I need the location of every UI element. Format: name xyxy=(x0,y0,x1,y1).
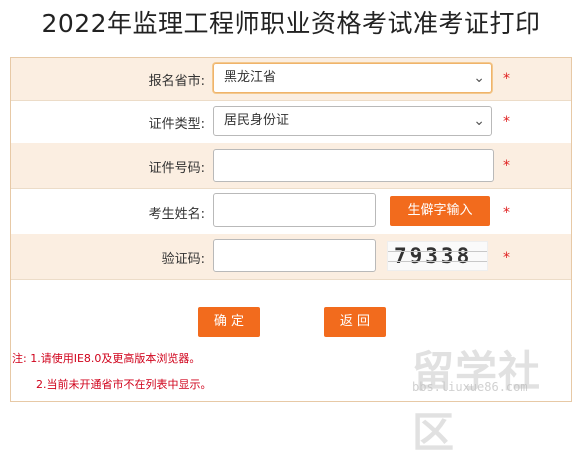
id-type-select[interactable]: 居民身份证 ⌄ xyxy=(213,106,492,136)
confirm-button[interactable]: 确 定 xyxy=(198,307,260,337)
note-line-2: 2.当前未开通省市不在列表中显示。 xyxy=(36,378,212,391)
province-select-value: 黑龙江省 xyxy=(224,70,277,85)
province-select[interactable]: 黑龙江省 ⌄ xyxy=(213,63,492,93)
chevron-down-icon: ⌄ xyxy=(473,70,485,86)
captcha-image[interactable]: 79338 xyxy=(387,241,488,271)
watermark-logo: 留学社区 xyxy=(412,347,542,457)
id-type-label: 证件类型: xyxy=(148,117,205,132)
required-mark: * xyxy=(503,250,510,266)
rare-char-input-button[interactable]: 生僻字输入 xyxy=(390,196,490,226)
note-line-1: 注: 1.请使用IE8.0及更高版本浏览器。 xyxy=(12,352,201,365)
required-mark: * xyxy=(503,114,510,130)
captcha-label: 验证码: xyxy=(161,252,205,267)
name-label: 考生姓名: xyxy=(148,207,205,222)
id-number-input[interactable] xyxy=(213,149,494,182)
required-mark: * xyxy=(503,71,510,87)
name-input[interactable] xyxy=(213,193,376,227)
province-label: 报名省市: xyxy=(148,74,205,89)
page-title: 2022年监理工程师职业资格考试准考证打印 xyxy=(41,9,541,38)
captcha-noise-line xyxy=(388,251,487,252)
id-number-label: 证件号码: xyxy=(148,161,205,176)
captcha-row: 验证码: 79338 * xyxy=(11,234,571,280)
id-type-row: 证件类型: 居民身份证 ⌄ * xyxy=(11,100,571,144)
name-row: 考生姓名: 生僻字输入 * xyxy=(11,188,571,235)
back-button[interactable]: 返 回 xyxy=(324,307,386,337)
chevron-down-icon: ⌄ xyxy=(473,113,485,129)
id-type-select-value: 居民身份证 xyxy=(224,113,290,128)
watermark-url: bbs.liuxue86.com xyxy=(412,380,528,394)
captcha-input[interactable] xyxy=(213,239,376,272)
id-number-row: 证件号码: * xyxy=(11,143,571,189)
required-mark: * xyxy=(503,205,510,221)
captcha-noise-line xyxy=(388,261,487,262)
required-mark: * xyxy=(503,158,510,174)
captcha-code: 79338 xyxy=(394,244,473,268)
province-row: 报名省市: 黑龙江省 ⌄ * xyxy=(11,58,571,101)
